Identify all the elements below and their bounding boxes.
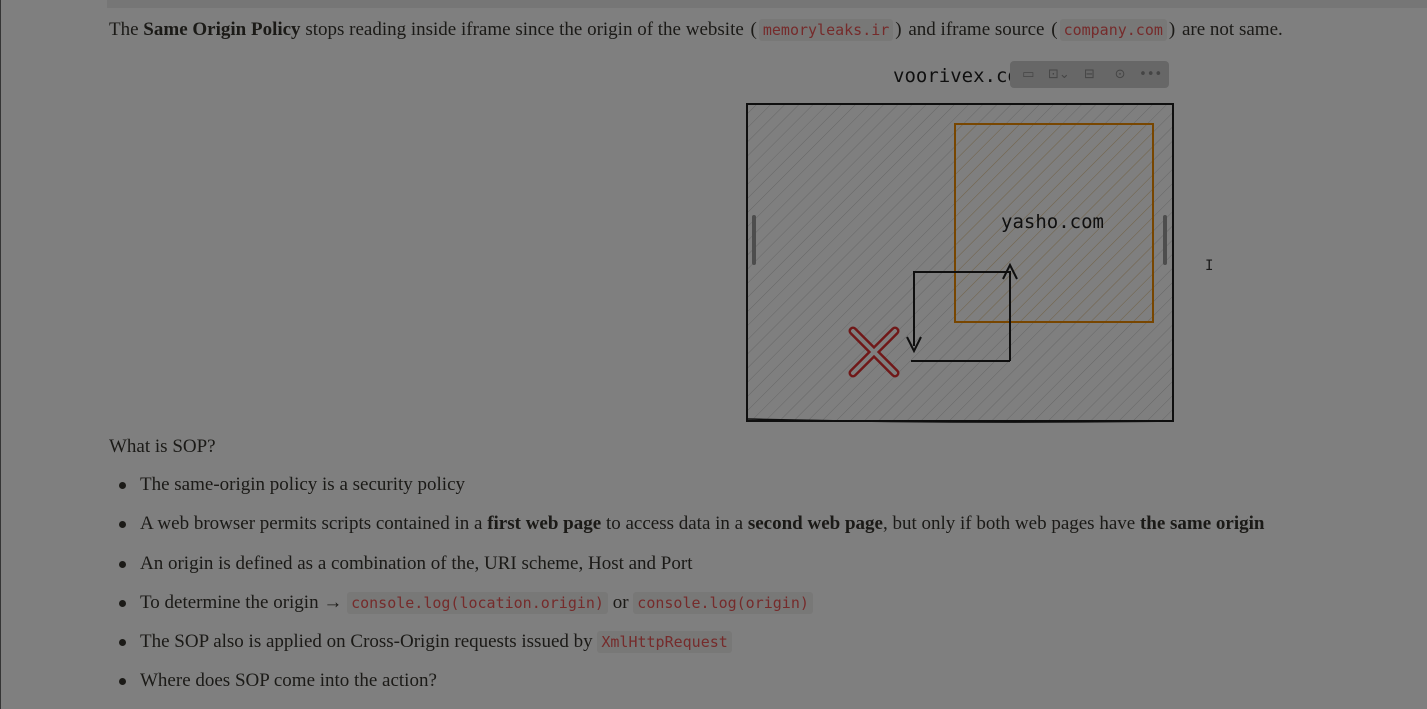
- paren: ): [895, 19, 902, 40]
- more-icon[interactable]: •••: [1136, 63, 1165, 86]
- bullet-dot: [119, 521, 126, 529]
- intro-text: and iframe source: [903, 19, 1050, 40]
- bullet-dot: [119, 599, 126, 607]
- list-item-text: The SOP also is applied on Cross-Origin …: [140, 631, 598, 653]
- intro-text: The: [109, 19, 144, 40]
- list-item[interactable]: An origin is defined as a combination of…: [109, 549, 1265, 588]
- bold-text: first web page: [487, 513, 602, 535]
- list-item-text: Where does SOP come into the action?: [140, 670, 437, 692]
- intro-bold-sop: Same Origin Policy: [143, 19, 301, 40]
- list-item[interactable]: The same-origin policy is a security pol…: [109, 470, 1265, 509]
- list-item-text: To determine the origin →: [140, 591, 348, 613]
- list-item-text: A web browser permits scripts contained …: [140, 513, 488, 535]
- list-item-text: An origin is defined as a combination of…: [140, 552, 693, 574]
- list-item-text: to access data in a: [601, 513, 748, 535]
- list-item[interactable]: Where does SOP come into the action?: [109, 666, 1265, 705]
- intro-text: are not same.: [1177, 19, 1283, 40]
- top-block-bar: [107, 0, 1427, 8]
- bold-text: the same origin: [1139, 513, 1265, 535]
- list-item[interactable]: The SOP also is applied on Cross-Origin …: [109, 627, 1265, 666]
- section-heading[interactable]: What is SOP?: [109, 434, 216, 460]
- inline-code: XmlHttpRequest: [597, 631, 732, 654]
- bullet-dot: [119, 639, 126, 647]
- inline-code-company: company.com: [1059, 19, 1167, 41]
- sop-diagram-image[interactable]: voorivex.com yasho.com: [735, 55, 1195, 435]
- caption-icon[interactable]: ⊟: [1075, 63, 1104, 86]
- inline-code: console.log(origin): [633, 591, 813, 614]
- inner-origin-label: yasho.com: [1001, 211, 1104, 233]
- resize-handle-right: [1163, 215, 1167, 265]
- comment-icon[interactable]: ▭: [1014, 63, 1043, 86]
- paren: ): [1168, 19, 1176, 40]
- paren: (: [750, 19, 757, 40]
- inline-code: console.log(location.origin): [347, 591, 608, 614]
- bullet-dot: [119, 678, 126, 686]
- list-item[interactable]: A web browser permits scripts contained …: [109, 509, 1265, 548]
- sop-diagram-svg: [746, 103, 1174, 423]
- left-edge-divider: [0, 0, 1, 709]
- inline-code-memoryleaks: memoryleaks.ir: [758, 19, 894, 41]
- list-item-text: or: [607, 591, 634, 613]
- bullet-dot: [119, 482, 126, 489]
- intro-text: stops reading inside iframe since the or…: [300, 19, 749, 40]
- sop-bullet-list: The same-origin policy is a security pol…: [109, 470, 1265, 706]
- list-item-text: The same-origin policy is a security pol…: [140, 474, 466, 495]
- bullet-dot: [119, 560, 126, 568]
- intro-paragraph[interactable]: The Same Origin Policy stops reading ins…: [109, 16, 1283, 44]
- paren: (: [1051, 19, 1058, 40]
- list-item[interactable]: To determine the origin → console.log(lo…: [109, 588, 1265, 627]
- image-toolbar: ▭ ⊡⌄ ⊟ ⊙ •••: [1010, 61, 1169, 88]
- align-icon[interactable]: ⊡⌄: [1045, 63, 1074, 86]
- bold-text: second web page: [747, 513, 883, 535]
- download-icon[interactable]: ⊙: [1106, 63, 1135, 86]
- list-item-text: , but only if both web pages have: [882, 513, 1140, 535]
- resize-handle-left: [752, 215, 756, 265]
- text-cursor-icon: I: [1205, 258, 1214, 274]
